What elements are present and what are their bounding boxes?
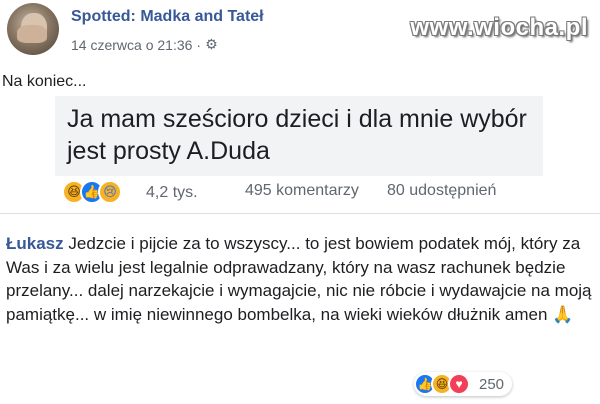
comment-body: Łukasz Jedzcie i pijcie za to wszyscy...… [6, 232, 598, 326]
post-header: Spotted: Madka and Tateł 14 czerwca o 21… [0, 0, 600, 62]
comment-reactions[interactable]: 👍 😆 ♥ 250 [414, 372, 513, 396]
post-reactions[interactable]: 😆 👍 😢 [62, 180, 122, 204]
shares-count-link[interactable]: 80 udostępnień [387, 182, 496, 200]
shared-text: Ja mam sześcioro dzieci i dla mnie wybór… [67, 105, 527, 165]
reaction-count[interactable]: 4,2 tys. [146, 184, 198, 202]
comment: Łukasz Jedzcie i pijcie za to wszyscy...… [0, 222, 600, 398]
comment-text: Jedzcie i pijcie za to wszyscy... to jes… [6, 234, 592, 324]
comment-reaction-count: 250 [479, 375, 505, 393]
gear-icon[interactable]: ⚙ [205, 36, 218, 53]
love-icon: ♥ [448, 373, 470, 395]
comments-count-link[interactable]: 495 komentarzy [245, 182, 359, 200]
divider [0, 213, 600, 214]
shared-text-box: Ja mam sześcioro dzieci i dla mnie wybór… [55, 96, 543, 176]
watermark: www.wiocha.pl [410, 14, 588, 41]
pray-emoji-icon: 🙏 [552, 304, 574, 324]
page-name-link[interactable]: Spotted: Madka and Tateł [71, 8, 264, 26]
avatar-hand [17, 25, 47, 43]
page-avatar[interactable] [7, 3, 59, 55]
comment-author[interactable]: Łukasz [6, 234, 64, 253]
post-meta: 14 czerwca o 21:36 · ⚙ [71, 36, 218, 53]
post-text: Na koniec... [2, 73, 87, 90]
sad-icon: 😢 [98, 180, 122, 204]
meta-separator: · [196, 36, 202, 53]
post-timestamp[interactable]: 14 czerwca o 21:36 [71, 37, 192, 53]
post-stats-row: 😆 👍 😢 4,2 tys. 495 komentarzy 80 udostęp… [62, 180, 542, 208]
